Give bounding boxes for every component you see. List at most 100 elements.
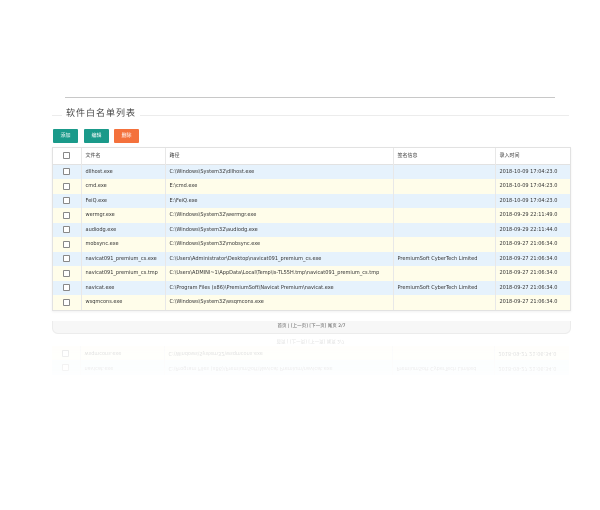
column-header-filename: 文件名 bbox=[81, 148, 166, 164]
row-select-cell[interactable] bbox=[53, 251, 82, 266]
checkbox-icon[interactable] bbox=[63, 197, 71, 205]
cell-signature bbox=[393, 222, 496, 237]
table-row[interactable]: navicat091_premium_cs.tmp C:\Users\ADMINI… bbox=[53, 266, 570, 281]
cell-filename: wsqmcons.exe bbox=[81, 295, 166, 310]
cell-signature bbox=[393, 208, 496, 223]
cell-path: C:\Windows\System32\mobsync.exe bbox=[165, 237, 394, 252]
reflection-row: navicat.exe C:\Program Files (x86)\Premiu… bbox=[52, 360, 569, 375]
cell-path: C:\Windows\System32\audiodg.exe bbox=[165, 222, 394, 237]
delete-button[interactable]: 删除 bbox=[114, 129, 139, 143]
checkbox-icon[interactable] bbox=[63, 226, 71, 234]
cell-filename: navicat091_premium_cs.exe bbox=[81, 251, 166, 266]
cell-path: C:\Windows\System32\dllhost.exe bbox=[165, 164, 394, 179]
checkbox-icon[interactable] bbox=[63, 211, 71, 219]
cell-filename: wermgr.exe bbox=[81, 208, 166, 223]
add-button[interactable]: 添加 bbox=[53, 129, 78, 143]
row-select-cell[interactable] bbox=[53, 193, 82, 208]
reflection-pager: 首页 | [上一页] [下一页] 尾页 2/7 bbox=[276, 338, 345, 343]
column-header-time: 录入时间 bbox=[499, 153, 520, 160]
checkbox-icon[interactable] bbox=[63, 284, 71, 292]
table-row[interactable]: wsqmcons.exe C:\Windows\System32\wsqmcons… bbox=[53, 295, 570, 310]
cell-time: 2018-09-27 21:06:34.0 bbox=[499, 299, 558, 306]
cell-path: C:\Windows\System32\wermgr.exe bbox=[165, 208, 394, 223]
cell-time: 2018-09-27 21:06:34.0 bbox=[499, 270, 558, 277]
cell-signature bbox=[393, 179, 496, 194]
row-select-cell[interactable] bbox=[53, 164, 82, 179]
cell-signature bbox=[393, 266, 496, 281]
reflection-cell bbox=[392, 346, 494, 361]
cell-signature bbox=[393, 237, 496, 252]
checkbox-icon[interactable] bbox=[63, 240, 71, 248]
row-select-cell[interactable] bbox=[53, 266, 82, 281]
cell-filename: audiodg.exe bbox=[81, 222, 166, 237]
cell-time: 2018-09-29 22:11:44.0 bbox=[499, 226, 558, 233]
select-all-cell[interactable] bbox=[53, 148, 82, 164]
cell-signature: PremiumSoft CyberTech Limited bbox=[393, 280, 496, 295]
reflection-row: 首页 | [上一页] [下一页] 尾页 2/7 bbox=[52, 334, 569, 346]
panel-header: 软件白名单列表 bbox=[52, 103, 569, 127]
table-row[interactable]: FeiQ.exe E:\FeiQ.exe 2018-10-09 17:04:23.0 bbox=[53, 193, 570, 208]
table-row[interactable]: dllhost.exe C:\Windows\System32\dllhost.e… bbox=[53, 164, 570, 179]
whitelist-table: 文件名 路径 签名信息 录入时间 dllhost.exe C:\Windows\S… bbox=[52, 147, 571, 311]
cell-path: C:\Program Files (x86)\PremiumSoft\Navic… bbox=[165, 280, 394, 295]
table-row[interactable]: cmd.exe E:\cmd.exe 2018-10-09 17:04:23.0 bbox=[53, 179, 570, 194]
column-header-signature: 签名信息 bbox=[393, 148, 496, 164]
row-select-cell[interactable] bbox=[53, 179, 82, 194]
table-row[interactable]: mobsync.exe C:\Windows\System32\mobsync.e… bbox=[53, 237, 570, 252]
panel-title: 软件白名单列表 bbox=[62, 106, 141, 119]
row-select-cell[interactable] bbox=[53, 237, 82, 252]
top-divider bbox=[65, 97, 555, 98]
pagination[interactable]: 首页 | [上一页] [下一页] 尾页 2/7 bbox=[52, 321, 571, 334]
select-all-checkbox[interactable] bbox=[63, 152, 71, 160]
reflection-row: wsqmcons.exe C:\Windows\System32\wsqmcons… bbox=[52, 346, 569, 361]
cell-signature bbox=[393, 164, 496, 179]
row-select-cell[interactable] bbox=[53, 295, 82, 310]
reflection-cell bbox=[52, 360, 80, 375]
cell-time: 2018-10-09 17:04:23.0 bbox=[499, 183, 558, 190]
checkbox-icon[interactable] bbox=[63, 255, 71, 263]
checkbox-icon[interactable] bbox=[63, 269, 71, 277]
checkbox-icon[interactable] bbox=[63, 168, 71, 176]
cell-path: E:\cmd.exe bbox=[165, 179, 394, 194]
reflection-cell: PremiumSoft CyberTech Limited bbox=[392, 360, 494, 375]
reflection-cell: C:\Program Files (x86)\PremiumSoft\Navic… bbox=[164, 360, 392, 375]
row-select-cell[interactable] bbox=[53, 208, 82, 223]
cell-path: E:\FeiQ.exe bbox=[165, 193, 394, 208]
cell-signature: PremiumSoft CyberTech Limited bbox=[393, 251, 496, 266]
cell-filename: cmd.exe bbox=[81, 179, 166, 194]
reflection-cell: wsqmcons.exe bbox=[80, 346, 164, 361]
row-select-cell[interactable] bbox=[53, 222, 82, 237]
cell-path: C:\Windows\System32\wsqmcons.exe bbox=[165, 295, 394, 310]
table-row[interactable]: navicat.exe C:\Program Files (x86)\Premiu… bbox=[53, 280, 570, 295]
cell-time: 2018-09-29 22:11:49.0 bbox=[499, 212, 558, 219]
cell-time: 2018-10-09 17:04:23.0 bbox=[499, 197, 558, 204]
reflection-cell: 2018-09-27 21:06:34.0 bbox=[498, 350, 557, 357]
cell-filename: dllhost.exe bbox=[81, 164, 166, 179]
reflection-cell: 2018-09-27 21:06:34.0 bbox=[498, 364, 557, 371]
cell-time: 2018-09-27 21:06:34.0 bbox=[499, 284, 558, 291]
reflection-cell: C:\Windows\System32\wsqmcons.exe bbox=[164, 346, 392, 361]
cell-time: 2018-10-09 17:04:23.0 bbox=[499, 168, 558, 175]
reflection-cell: navicat.exe bbox=[80, 360, 164, 375]
table-header-row: 文件名 路径 签名信息 录入时间 bbox=[53, 148, 570, 164]
checkbox-icon[interactable] bbox=[63, 298, 71, 306]
column-header-path: 路径 bbox=[165, 148, 394, 164]
checkbox-icon[interactable] bbox=[63, 182, 71, 190]
row-select-cell[interactable] bbox=[53, 280, 82, 295]
cell-filename: navicat091_premium_cs.tmp bbox=[81, 266, 166, 281]
cell-filename: FeiQ.exe bbox=[81, 193, 166, 208]
edit-button[interactable]: 编辑 bbox=[84, 129, 109, 143]
cell-filename: mobsync.exe bbox=[81, 237, 166, 252]
reflection-cell bbox=[52, 346, 80, 361]
cell-time: 2018-09-27 21:06:34.0 bbox=[499, 255, 558, 262]
cell-signature bbox=[393, 295, 496, 310]
cell-signature bbox=[393, 193, 496, 208]
cell-time: 2018-09-27 21:06:34.0 bbox=[499, 241, 558, 248]
checkbox-icon bbox=[62, 364, 70, 372]
table-row[interactable]: audiodg.exe C:\Windows\System32\audiodg.e… bbox=[53, 222, 570, 237]
checkbox-icon bbox=[62, 349, 70, 357]
cell-filename: navicat.exe bbox=[81, 280, 166, 295]
table-row[interactable]: wermgr.exe C:\Windows\System32\wermgr.exe… bbox=[53, 208, 570, 223]
table-row[interactable]: navicat091_premium_cs.exe C:\Users\Admini… bbox=[53, 251, 570, 266]
cell-path: C:\Users\ADMINI~1\AppData\Local\Temp\is-… bbox=[165, 266, 394, 281]
